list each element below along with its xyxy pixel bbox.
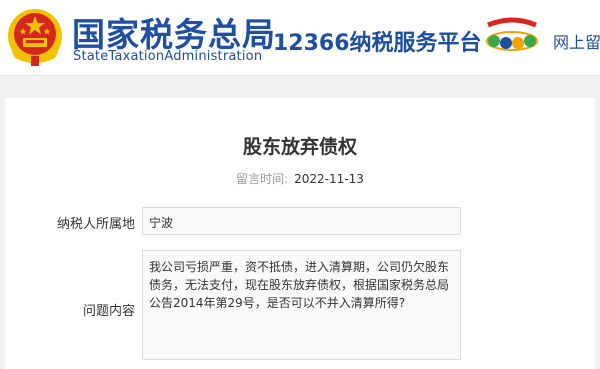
- question-label: 问题内容: [82, 304, 135, 319]
- site-header: 国家税务总局 StateTaxationAdministration 12366…: [0, 0, 600, 76]
- question-content-field[interactable]: 我公司亏损严重，资不抵债，进入清算期，公司仍欠股东债务，无法支付，现在股东放弃债…: [142, 250, 461, 360]
- message-detail-card: 股东放弃债权 留言时间: 2022-11-13 纳税人所属地 宁波 问题内容 我公…: [5, 98, 595, 369]
- message-date: 留言时间: 2022-11-13: [5, 170, 595, 187]
- date-value: 2022-11-13: [294, 172, 364, 186]
- date-label: 留言时间:: [236, 172, 289, 186]
- platform-title: 12366纳税服务平台: [273, 31, 482, 56]
- region-label: 纳税人所属地: [56, 217, 135, 232]
- online-message-link[interactable]: 网上留: [553, 29, 600, 53]
- region-field[interactable]: 宁波: [142, 207, 461, 235]
- national-emblem-icon: [8, 9, 62, 66]
- message-title: 股东放弃债权: [242, 136, 357, 158]
- 12366-logo-icon: [486, 17, 538, 51]
- brand-name-en: StateTaxationAdministration: [73, 49, 263, 64]
